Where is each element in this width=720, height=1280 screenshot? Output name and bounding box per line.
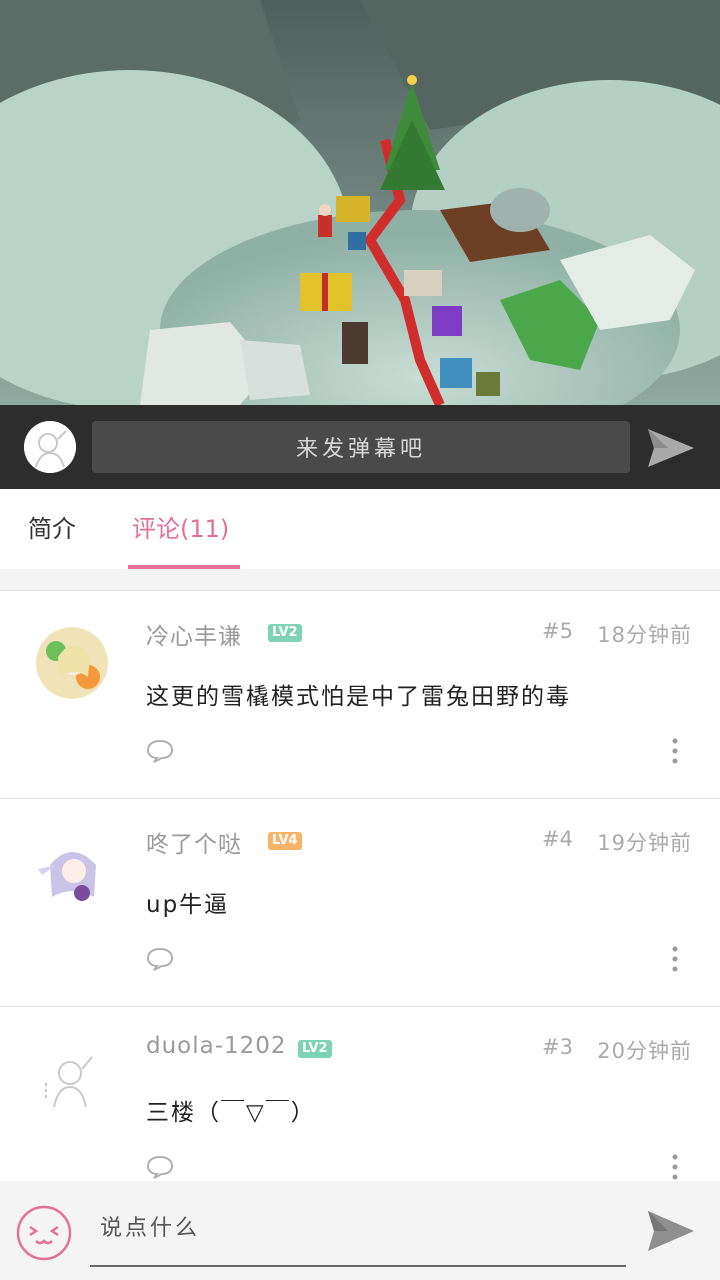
avatar[interactable] xyxy=(36,1043,108,1115)
comment-item: duola-1202 LV2 #3 20分钟前 三楼（￣▽￣） xyxy=(0,1007,720,1181)
level-badge: LV4 xyxy=(268,832,302,850)
level-badge: LV2 xyxy=(298,1040,332,1058)
reply-icon[interactable] xyxy=(146,947,174,971)
comment-floor: #3 xyxy=(542,1035,573,1059)
emoji-face-icon[interactable] xyxy=(16,1205,72,1261)
avatar[interactable] xyxy=(36,835,108,907)
video-frame xyxy=(0,0,720,405)
comment-input-bar: 说点什么 xyxy=(0,1181,720,1280)
comment-username[interactable]: 冷心丰谦 xyxy=(146,617,242,651)
send-icon[interactable] xyxy=(646,427,696,469)
more-options-icon[interactable] xyxy=(664,1153,686,1181)
comment-username[interactable]: duola-1202 xyxy=(146,1033,287,1059)
comment-text: up牛逼 xyxy=(146,892,230,918)
default-avatar-icon xyxy=(24,421,76,473)
comment-time: 18分钟前 xyxy=(597,623,692,647)
comment-time: 19分钟前 xyxy=(597,831,692,855)
comment-username[interactable]: 咚了个哒 xyxy=(146,825,242,859)
comment-list[interactable]: 冷心丰谦 LV2 #5 18分钟前 这更的雪橇模式怕是中了雷兔田野的毒 咚了个哒… xyxy=(0,591,720,1181)
comment-text: 三楼（￣▽￣） xyxy=(146,1100,316,1126)
more-options-icon[interactable] xyxy=(664,737,686,765)
comment-floor: #5 xyxy=(542,619,573,643)
comment-floor: #4 xyxy=(542,827,573,851)
reply-icon[interactable] xyxy=(146,739,174,763)
tab-comments[interactable]: 评论(11) xyxy=(128,489,233,569)
comment-input[interactable]: 说点什么 xyxy=(90,1205,626,1267)
section-divider xyxy=(0,569,720,591)
tab-bar: 简介 评论(11) xyxy=(0,489,720,569)
video-player[interactable] xyxy=(0,0,720,405)
comment-item: 冷心丰谦 LV2 #5 18分钟前 这更的雪橇模式怕是中了雷兔田野的毒 xyxy=(0,591,720,799)
level-badge: LV2 xyxy=(268,624,302,642)
avatar[interactable] xyxy=(24,421,76,473)
send-icon[interactable] xyxy=(646,1209,696,1253)
danmaku-bar: 来发弹幕吧 xyxy=(0,405,720,489)
avatar[interactable] xyxy=(36,627,108,699)
comment-text: 这更的雪橇模式怕是中了雷兔田野的毒 xyxy=(146,684,571,710)
comment-item: 咚了个哒 LV4 #4 19分钟前 up牛逼 xyxy=(0,799,720,1007)
tab-intro[interactable]: 简介 xyxy=(28,489,76,569)
more-options-icon[interactable] xyxy=(664,945,686,973)
comment-time: 20分钟前 xyxy=(597,1039,692,1063)
reply-icon[interactable] xyxy=(146,1155,174,1179)
danmaku-input[interactable]: 来发弹幕吧 xyxy=(92,421,630,473)
